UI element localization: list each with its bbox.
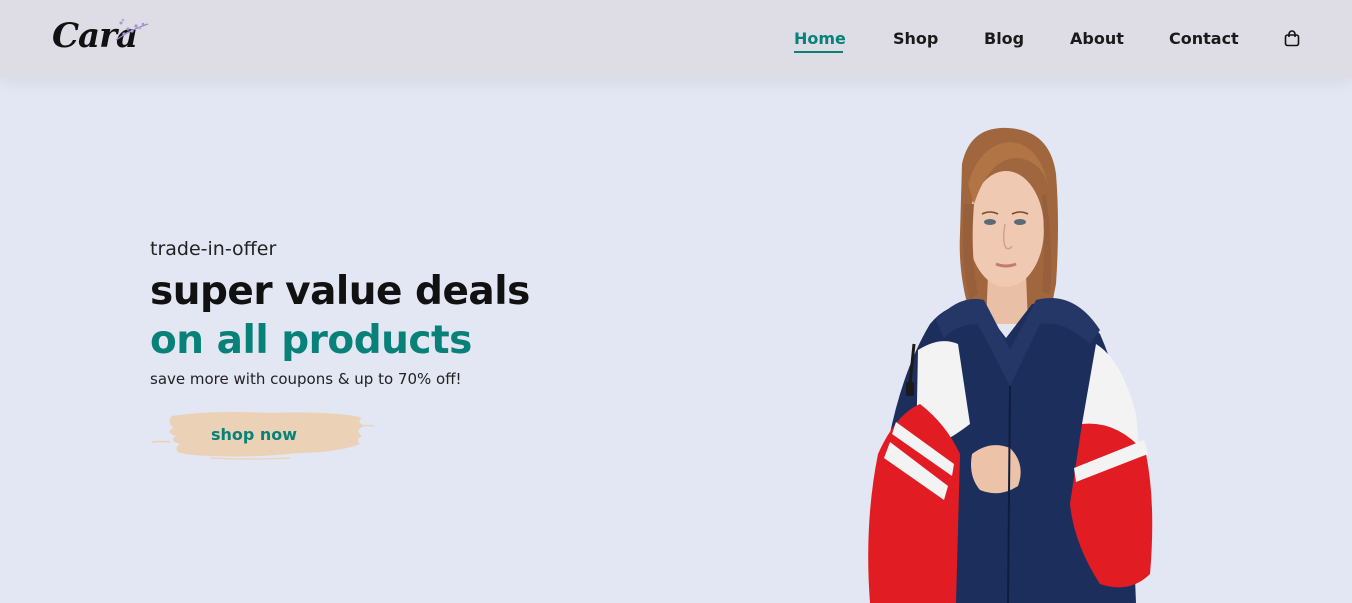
shop-now-button[interactable]: shop now [150,408,376,462]
nav-blog[interactable]: Blog [984,29,1024,48]
shopping-bag-icon[interactable] [1284,30,1300,47]
nav-active-underline [794,51,843,53]
nav-shop[interactable]: Shop [893,29,938,48]
lavender-sprig-icon [115,18,149,41]
shop-now-label: shop now [210,425,298,444]
hero-subtitle: trade-in-offer [150,238,277,260]
hero-title-line2: on all products [150,318,472,363]
nav-home[interactable]: Home [794,29,846,48]
nav-about[interactable]: About [1070,29,1124,48]
hero-model-image [868,127,1153,603]
hero-title-line1: super value deals [150,269,530,314]
hero-description: save more with coupons & up to 70% off! [150,370,462,388]
site-header: Cara Home Shop Blog About Contact [0,0,1352,78]
nav-contact[interactable]: Contact [1169,29,1239,48]
logo[interactable]: Cara [52,14,152,60]
